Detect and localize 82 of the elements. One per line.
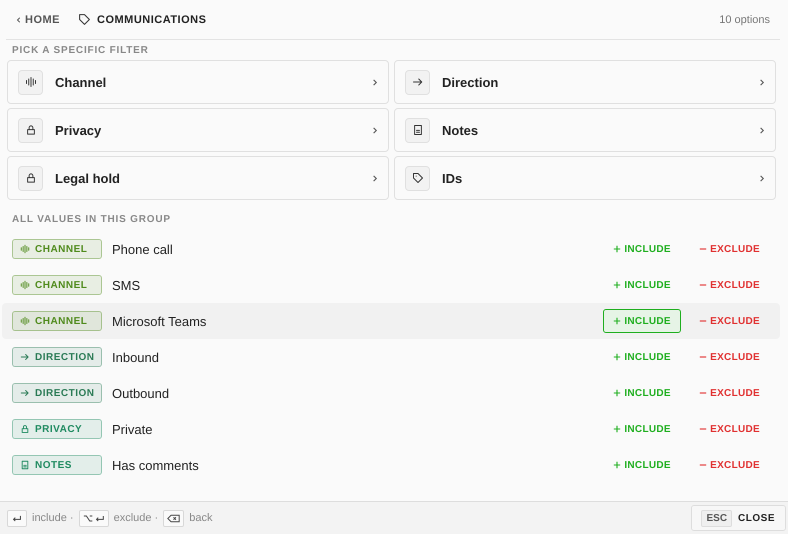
value-row[interactable]: CHANNEL Phone call INCLUDE EXCLUDE (2, 231, 780, 267)
plus-icon (613, 245, 622, 253)
filter-label: Legal hold (55, 170, 121, 186)
waveform-icon (18, 70, 43, 94)
tag-label: NOTES (35, 460, 72, 470)
waveform-icon (20, 244, 30, 254)
backspace-key-icon (163, 510, 184, 526)
option-enter-key-icon (78, 510, 109, 526)
arrow-right-icon (20, 388, 30, 398)
shortcut-hint: back (189, 512, 212, 524)
chevron-right-icon (758, 126, 765, 134)
document-icon (20, 460, 30, 470)
exclude-button[interactable]: EXCLUDE (689, 345, 770, 369)
filter-label: Notes (442, 122, 480, 138)
tag-label: DIRECTION (35, 388, 94, 398)
enter-key-icon (7, 510, 27, 526)
section-heading: PICK A SPECIFIC FILTER (11, 44, 150, 58)
filter-label: Direction (442, 74, 500, 90)
filter-card[interactable]: Channel (7, 60, 389, 104)
chevron-left-icon (16, 16, 22, 24)
value-row[interactable]: DIRECTION Outbound INCLUDE EXCLUDE (2, 375, 780, 411)
document-icon (405, 118, 430, 142)
value-label: Has comments (112, 458, 199, 472)
exclude-button[interactable]: EXCLUDE (689, 417, 770, 441)
plus-icon (613, 317, 622, 325)
close-button[interactable]: ESC CLOSE (691, 505, 786, 531)
lock-icon (20, 424, 30, 434)
exclude-button[interactable]: EXCLUDE (689, 381, 770, 405)
value-label: Phone call (112, 242, 173, 256)
tag-icon (405, 166, 430, 190)
value-label: Microsoft Teams (112, 314, 206, 328)
value-row[interactable]: CHANNEL SMS INCLUDE EXCLUDE (2, 267, 780, 303)
value-label: Inbound (112, 350, 159, 364)
arrow-right-icon (20, 352, 30, 362)
breadcrumb-current: COMMUNICATIONS (97, 14, 206, 26)
filter-card[interactable]: Privacy (7, 108, 389, 152)
filter-label: Channel (55, 74, 108, 90)
options-count: 10 options (719, 14, 770, 26)
close-label: CLOSE (738, 512, 775, 524)
lock-icon (18, 118, 43, 142)
plus-icon (613, 389, 622, 397)
plus-icon (613, 461, 622, 469)
value-row[interactable]: PRIVACY Private INCLUDE EXCLUDE (2, 411, 780, 447)
arrow-right-icon (405, 70, 430, 94)
value-label: SMS (112, 278, 140, 292)
plus-icon (613, 425, 622, 433)
tag-label: CHANNEL (35, 280, 88, 290)
home-link[interactable]: HOME (16, 14, 60, 26)
filter-label: Privacy (55, 122, 102, 138)
chevron-right-icon (371, 174, 378, 182)
value-label: Private (112, 422, 152, 436)
waveform-icon (20, 280, 30, 290)
filter-card[interactable]: Notes (394, 108, 776, 152)
tag-label: DIRECTION (35, 352, 94, 362)
value-label: Outbound (112, 386, 170, 400)
value-row[interactable]: NOTES Has comments INCLUDE EXCLUDE (2, 447, 780, 483)
filter-label: IDs (442, 170, 464, 186)
tag-label: PRIVACY (35, 424, 82, 434)
esc-key: ESC (701, 510, 732, 526)
exclude-button[interactable]: EXCLUDE (689, 453, 770, 477)
tag-icon (78, 13, 91, 26)
tag-label: CHANNEL (35, 244, 88, 254)
plus-icon (613, 353, 622, 361)
chevron-right-icon (371, 126, 378, 134)
exclude-button[interactable]: EXCLUDE (689, 309, 770, 333)
tag-label: CHANNEL (35, 316, 88, 326)
exclude-button[interactable]: EXCLUDE (689, 273, 770, 297)
section-heading: ALL VALUES IN THIS GROUP (11, 213, 172, 227)
chevron-right-icon (758, 78, 765, 86)
filter-card[interactable]: IDs (394, 156, 776, 200)
filter-card[interactable]: Legal hold (7, 156, 389, 200)
exclude-button[interactable]: EXCLUDE (689, 237, 770, 261)
plus-icon (613, 281, 622, 289)
highlighted-row[interactable]: CHANNEL Microsoft Teams INCLUDE EXCLUDE (2, 303, 780, 339)
waveform-icon (20, 316, 30, 326)
value-row[interactable]: DIRECTION Inbound INCLUDE EXCLUDE (2, 339, 780, 375)
chevron-right-icon (371, 78, 378, 86)
shortcut-hint: include · (32, 512, 74, 524)
lock-icon (18, 166, 43, 190)
filter-card[interactable]: Direction (394, 60, 776, 104)
chevron-right-icon (758, 174, 765, 182)
shortcut-hint: exclude · (114, 512, 158, 524)
